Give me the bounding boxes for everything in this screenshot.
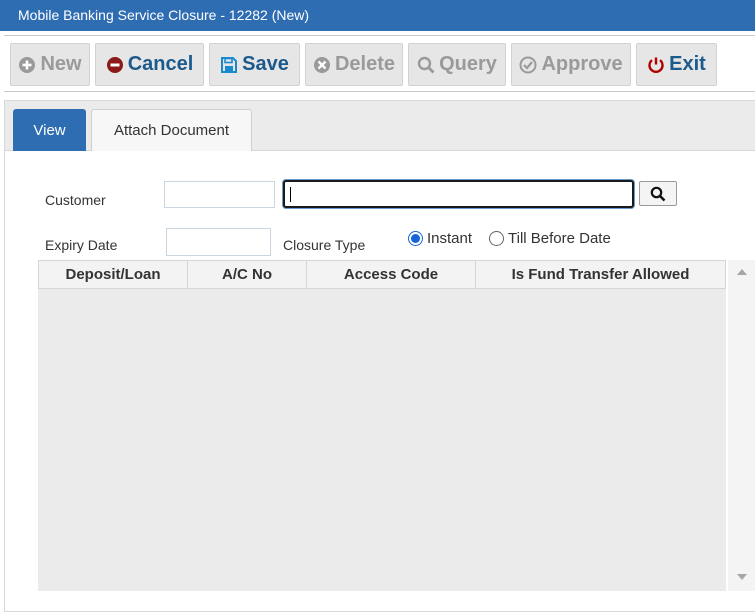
approve-button-label: Approve [541, 53, 623, 75]
delete-button-label: Delete [334, 53, 396, 75]
radio-selected-icon [408, 231, 423, 246]
content-panel: View Attach Document Customer Expiry Dat… [4, 100, 755, 612]
column-header-access-code[interactable]: Access Code [307, 261, 476, 288]
customer-label: Customer [45, 192, 106, 208]
grid-scrollbar[interactable] [728, 260, 755, 591]
column-header-fund-transfer-allowed[interactable]: Is Fund Transfer Allowed [476, 261, 725, 288]
power-icon [648, 57, 664, 73]
tab-attach-document[interactable]: Attach Document [91, 109, 252, 151]
tab-view[interactable]: View [13, 109, 86, 151]
approve-button[interactable]: Approve [511, 43, 631, 86]
closure-type-instant-radio[interactable]: Instant [408, 230, 472, 247]
customer-name-input[interactable] [283, 180, 634, 208]
floppy-disk-icon [221, 56, 238, 73]
delete-button[interactable]: Delete [305, 43, 403, 86]
exit-button[interactable]: Exit [636, 43, 717, 86]
scroll-up-arrow-icon[interactable] [737, 269, 747, 275]
save-button[interactable]: Save [209, 43, 300, 86]
closure-type-instant-label: Instant [427, 230, 473, 247]
customer-code-input[interactable] [164, 181, 275, 208]
grid-header: Deposit/Loan A/C No Access Code Is Fund … [38, 260, 726, 289]
closure-type-label: Closure Type [283, 237, 366, 253]
closure-type-till-before-date-label: Till Before Date [508, 230, 611, 247]
radio-unselected-icon [489, 231, 504, 246]
closure-type-till-before-date-radio[interactable]: Till Before Date [489, 230, 611, 247]
customer-search-button[interactable] [639, 181, 677, 206]
check-circle-icon [519, 56, 537, 73]
new-button[interactable]: New [10, 43, 90, 86]
plus-circle-icon [19, 56, 36, 73]
save-button-label: Save [242, 53, 289, 75]
toolbar: New Cancel Save Delete Query Approve Exi… [4, 35, 755, 92]
expiry-date-input[interactable] [166, 228, 271, 256]
magnifier-icon [417, 56, 435, 73]
scroll-down-arrow-icon[interactable] [737, 574, 747, 580]
x-circle-icon [313, 56, 330, 73]
column-header-deposit-loan[interactable]: Deposit/Loan [39, 261, 188, 288]
window-title: Mobile Banking Service Closure - 12282 (… [0, 0, 755, 31]
query-button-label: Query [439, 53, 497, 75]
search-icon [650, 186, 666, 201]
cancel-button-label: Cancel [127, 53, 194, 75]
minus-circle-icon [106, 56, 123, 73]
tab-bar: View Attach Document [5, 101, 755, 151]
column-header-ac-no[interactable]: A/C No [188, 261, 307, 288]
query-button[interactable]: Query [408, 43, 506, 86]
exit-button-label: Exit [669, 53, 706, 75]
text-cursor [290, 187, 291, 202]
new-button-label: New [40, 53, 82, 75]
expiry-date-label: Expiry Date [45, 237, 118, 253]
accounts-grid: Deposit/Loan A/C No Access Code Is Fund … [38, 260, 726, 591]
cancel-button[interactable]: Cancel [95, 43, 204, 86]
